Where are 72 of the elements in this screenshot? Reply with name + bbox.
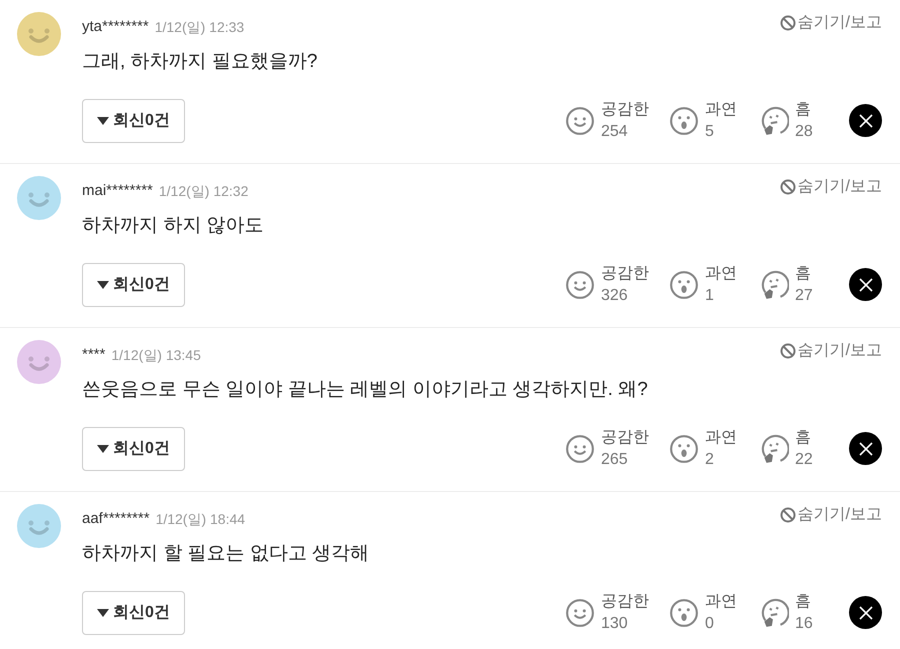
reaction-count: 130 [601,614,629,634]
caret-icon [97,444,110,452]
share-button[interactable] [849,596,882,629]
reaction-label: 과연 [705,264,737,284]
reaction-count: 16 [795,614,813,634]
surprised-face-icon[interactable] [669,598,699,628]
hide-link[interactable]: 숨기기/보고 [780,503,882,527]
block-icon [780,343,796,359]
comment-date: 1/12(일) 12:33 [154,18,244,37]
replies-button[interactable]: 회신0건 [82,98,185,142]
block-icon [780,179,796,195]
x-icon [858,606,872,620]
reaction-label: 과연 [705,428,737,448]
reaction-count: 2 [705,450,715,470]
caret-icon [97,116,110,124]
block-icon [780,507,796,523]
reaction-label: 흠 [795,264,812,284]
thinking-face-icon[interactable] [759,270,789,300]
reaction-count: 27 [795,286,813,306]
share-button[interactable] [849,104,882,137]
replies-button[interactable]: 회신0건 [82,590,185,634]
comment-date: 1/12(일) 13:45 [111,346,201,365]
reaction-label: 공감한 [601,592,649,612]
replies-button[interactable]: 회신0건 [82,262,185,306]
reaction-label: 과연 [705,592,737,612]
thinking-face-icon[interactable] [759,598,789,628]
share-button[interactable] [849,432,882,465]
reaction-label: 공감한 [601,100,649,120]
reaction-label: 과연 [705,100,737,120]
hide-link[interactable]: 숨기기/보고 [780,339,882,363]
user-name: yta******** [82,16,149,37]
reaction-count: 326 [601,286,629,306]
reaction-count: 1 [705,286,715,306]
share-button[interactable] [849,268,882,301]
x-icon [858,114,872,128]
thinking-face-icon[interactable] [759,434,789,464]
caret-icon [97,608,110,616]
user-name: mai******** [82,180,153,201]
reaction-count: 254 [601,122,629,142]
x-icon [858,442,872,456]
hide-link[interactable]: 숨기기/보고 [780,11,882,35]
reaction-count: 5 [705,122,715,142]
reaction-count: 28 [795,122,813,142]
comment-text: 쓴웃음으로 무슨 일이야 끝나는 레벨의 이야기라고 생각하지만. 왜? [82,378,649,402]
hide-link[interactable]: 숨기기/보고 [780,175,882,199]
reaction-label: 흠 [795,428,812,448]
smile-face-icon[interactable] [565,270,595,300]
comment-date: 1/12(일) 18:44 [156,510,246,529]
reaction-label: 공감한 [601,264,649,284]
comment-date: 1/12(일) 12:32 [158,182,248,201]
surprised-face-icon[interactable] [669,434,699,464]
caret-icon [97,280,110,288]
smile-face-icon[interactable] [565,106,595,136]
comment-text: 그래, 하차까지 필요했을까? [82,50,318,74]
surprised-face-icon[interactable] [669,106,699,136]
thinking-face-icon[interactable] [759,106,789,136]
reaction-count: 265 [601,450,629,470]
reaction-label: 공감한 [601,428,649,448]
surprised-face-icon[interactable] [669,270,699,300]
x-icon [858,278,872,292]
smile-face-icon[interactable] [565,598,595,628]
block-icon [780,15,796,31]
reaction-label: 흠 [795,100,812,120]
replies-button[interactable]: 회신0건 [82,426,185,470]
reaction-label: 흠 [795,592,812,612]
reaction-count: 0 [705,614,715,634]
comment-text: 하차까지 하지 않아도 [82,214,265,238]
smile-face-icon[interactable] [565,434,595,464]
user-name: aaf******** [82,508,150,529]
comment-text: 하차까지 할 필요는 없다고 생각해 [82,542,370,566]
user-name: **** [82,344,106,365]
reaction-count: 22 [795,450,813,470]
